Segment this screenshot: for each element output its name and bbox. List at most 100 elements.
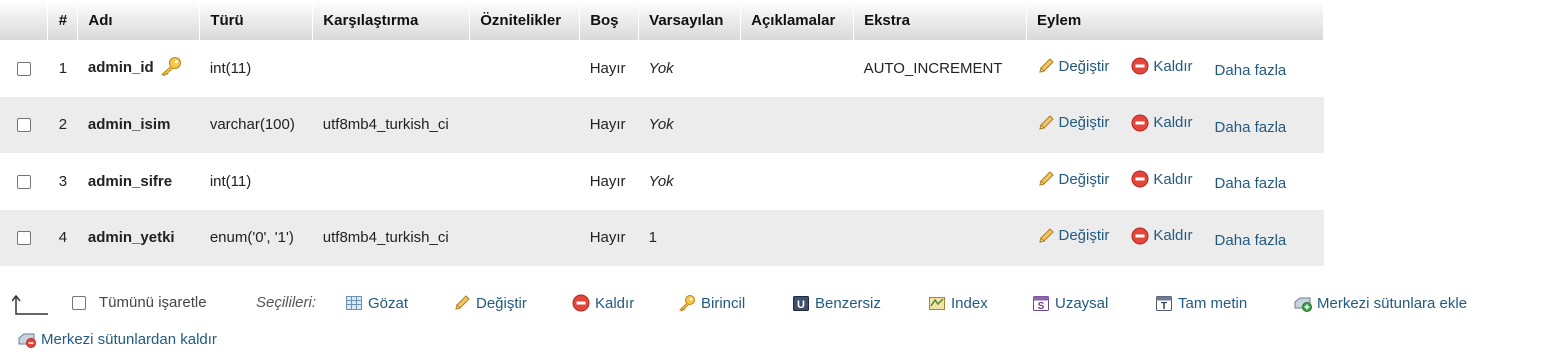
- cell-attributes: [469, 153, 580, 210]
- cell-default: Yok: [638, 153, 741, 210]
- cell-comments: [740, 209, 854, 266]
- check-all-control[interactable]: Tümünü işaretle: [72, 294, 207, 311]
- header-null[interactable]: Boş: [579, 0, 640, 40]
- check-all-checkbox[interactable]: [72, 295, 86, 310]
- cell-type: enum('0', '1'): [199, 209, 313, 266]
- table-row: 2 admin_isim varchar(100) utf8mb4_turkish_c…: [0, 96, 1324, 153]
- drop-button[interactable]: Kaldır: [1131, 227, 1193, 245]
- change-label[interactable]: Değiştir: [1059, 171, 1110, 188]
- more-button[interactable]: Daha fazla: [1215, 175, 1287, 192]
- cell-collation: [312, 40, 470, 97]
- bulk-browse-label[interactable]: Gözat: [368, 295, 408, 312]
- cell-comments: [740, 96, 854, 153]
- more-button[interactable]: Daha fazla: [1215, 232, 1287, 249]
- row-actions: Değiştir Kaldır Daha fazla: [1026, 96, 1324, 153]
- unique-icon: U: [793, 296, 809, 311]
- bulk-unique-label[interactable]: Benzersiz: [815, 295, 881, 312]
- pencil-icon: [1038, 115, 1054, 130]
- bulk-fulltext-label[interactable]: Tam metin: [1178, 295, 1247, 312]
- cell-attributes: [469, 40, 580, 97]
- cell-collation: [312, 153, 470, 210]
- drop-button[interactable]: Kaldır: [1131, 170, 1193, 188]
- bulk-drop-button[interactable]: Kaldır: [572, 294, 634, 312]
- more-label[interactable]: Daha fazla: [1215, 119, 1287, 136]
- change-label[interactable]: Değiştir: [1059, 58, 1110, 75]
- column-name-cell: admin_id: [77, 40, 200, 97]
- cell-comments: [740, 153, 854, 210]
- row-num: 2: [47, 96, 78, 153]
- column-name-cell: admin_isim: [77, 96, 200, 153]
- header-name[interactable]: Adı: [77, 0, 201, 40]
- bulk-fulltext-button[interactable]: T Tam metin: [1155, 294, 1247, 312]
- cell-comments: [740, 40, 854, 97]
- row-num: 4: [47, 209, 78, 266]
- bulk-add-central-button[interactable]: Merkezi sütunlara ekle: [1294, 294, 1467, 312]
- column-name-cell: admin_sifre: [77, 153, 200, 210]
- column-name-cell: admin_yetki: [77, 209, 200, 266]
- change-button[interactable]: Değiştir: [1037, 227, 1110, 245]
- pencil-icon: [455, 295, 470, 310]
- bulk-remove-central-label[interactable]: Merkezi sütunlardan kaldır: [41, 331, 217, 348]
- table-row: 3 admin_sifre int(11) Hayır Yok Değiştir Kaldı…: [0, 153, 1324, 210]
- row-checkbox[interactable]: [16, 118, 31, 133]
- header-type[interactable]: Türü: [199, 0, 314, 40]
- column-name: admin_isim: [87, 116, 171, 134]
- table-row: 4 admin_yetki enum('0', '1') utf8mb4_turkis…: [0, 209, 1324, 266]
- bulk-drop-label[interactable]: Kaldır: [595, 295, 634, 312]
- row-checkbox[interactable]: [16, 231, 31, 246]
- bulk-index-label[interactable]: Index: [951, 295, 988, 312]
- table-icon: [346, 296, 362, 310]
- row-actions: Değiştir Kaldır Daha fazla: [1026, 209, 1324, 266]
- more-label[interactable]: Daha fazla: [1215, 175, 1287, 192]
- change-button[interactable]: Değiştir: [1037, 114, 1110, 132]
- add-central-columns-icon: [1294, 297, 1312, 312]
- header-comments[interactable]: Açıklamalar: [740, 0, 855, 40]
- bulk-primary-label[interactable]: Birincil: [701, 295, 745, 312]
- header-attributes[interactable]: Öznitelikler: [469, 0, 581, 40]
- more-button[interactable]: Daha fazla: [1215, 62, 1287, 79]
- key-icon: [679, 295, 695, 312]
- bulk-add-central-label[interactable]: Merkezi sütunlara ekle: [1317, 295, 1467, 312]
- drop-label[interactable]: Kaldır: [1153, 58, 1192, 75]
- column-name: admin_id: [87, 59, 154, 77]
- cell-collation: utf8mb4_turkish_ci: [312, 209, 470, 266]
- bulk-spatial-label[interactable]: Uzaysal: [1055, 295, 1108, 312]
- more-label[interactable]: Daha fazla: [1215, 232, 1287, 249]
- bulk-actions-bar: Tümünü işaretle Seçilileri: Gözat Değişt…: [0, 282, 1549, 352]
- with-selected-text: Seçilileri:: [256, 294, 317, 311]
- row-checkbox[interactable]: [16, 61, 31, 76]
- row-checkbox[interactable]: [16, 174, 31, 189]
- header-extra[interactable]: Ekstra: [853, 0, 1027, 40]
- bulk-index-button[interactable]: Index: [928, 294, 988, 312]
- check-all-label[interactable]: Tümünü işaretle: [99, 294, 207, 311]
- drop-button[interactable]: Kaldır: [1131, 114, 1193, 132]
- cell-type: int(11): [199, 153, 313, 210]
- change-button[interactable]: Değiştir: [1037, 57, 1110, 75]
- cell-attributes: [469, 96, 580, 153]
- bulk-spatial-button[interactable]: S Uzaysal: [1032, 294, 1108, 312]
- with-selected-label: Seçilileri:: [256, 294, 316, 311]
- bulk-change-label[interactable]: Değiştir: [476, 295, 527, 312]
- pencil-icon: [1038, 228, 1054, 243]
- change-label[interactable]: Değiştir: [1059, 114, 1110, 131]
- bulk-unique-button[interactable]: U Benzersiz: [792, 294, 881, 312]
- row-check-cell: [0, 209, 48, 266]
- drop-button[interactable]: Kaldır: [1131, 57, 1193, 75]
- bulk-change-button[interactable]: Değiştir: [453, 294, 527, 312]
- bulk-remove-central-button[interactable]: Merkezi sütunlardan kaldır: [18, 330, 217, 348]
- bulk-browse-button[interactable]: Gözat: [345, 294, 408, 312]
- cell-extra: [853, 209, 1027, 266]
- drop-label[interactable]: Kaldır: [1153, 171, 1192, 188]
- more-button[interactable]: Daha fazla: [1215, 119, 1287, 136]
- cell-default: 1: [638, 209, 741, 266]
- cell-collation: utf8mb4_turkish_ci: [312, 96, 470, 153]
- bulk-primary-button[interactable]: Birincil: [678, 294, 745, 312]
- header-default[interactable]: Varsayılan: [638, 0, 742, 40]
- change-button[interactable]: Değiştir: [1037, 170, 1110, 188]
- more-label[interactable]: Daha fazla: [1215, 62, 1287, 79]
- change-label[interactable]: Değiştir: [1059, 227, 1110, 244]
- header-collation[interactable]: Karşılaştırma: [312, 0, 471, 40]
- drop-icon: [1131, 227, 1149, 245]
- drop-label[interactable]: Kaldır: [1153, 227, 1192, 244]
- drop-label[interactable]: Kaldır: [1153, 114, 1192, 131]
